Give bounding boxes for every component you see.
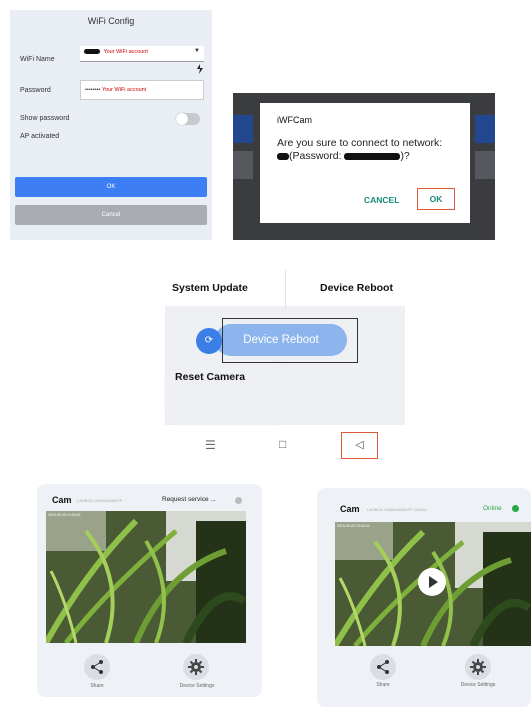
redacted-network xyxy=(277,152,289,160)
camera-id: LAHBCE-016054AB62FF xyxy=(77,498,123,503)
gear-icon[interactable] xyxy=(183,654,209,680)
reset-camera-card[interactable] xyxy=(165,360,285,425)
device-settings-label: Device Settings xyxy=(179,683,215,689)
share-icon[interactable] xyxy=(84,654,110,680)
ok-button[interactable]: OK xyxy=(15,177,207,197)
password-input[interactable]: •••••••• Your WiFi account xyxy=(80,80,204,100)
camera-id: LAHBCE-016054AB62FF-116304 xyxy=(367,507,427,512)
camera-status: Request service ... xyxy=(162,496,216,503)
connect-confirm-dialog: iWFCam Are you sure to connect to networ… xyxy=(260,103,470,223)
camera-feed[interactable]: 2019-09-05 13:34:16 xyxy=(335,522,531,646)
wifi-name-value: Your WiFi account xyxy=(103,49,148,55)
dialog-message-part3: )? xyxy=(400,150,410,162)
camera-name: Cam xyxy=(52,495,72,505)
play-icon[interactable] xyxy=(418,568,446,596)
divider xyxy=(285,270,286,310)
password-mask: •••••••• xyxy=(85,87,101,93)
wifi-name-label: WiFi Name xyxy=(20,56,55,63)
backdrop-block xyxy=(233,151,253,179)
wifi-config-screen: WiFi Config WiFi Name Your WiFi account … xyxy=(10,10,212,240)
toggle-knob xyxy=(176,113,188,125)
camera-name: Cam xyxy=(340,504,360,514)
back-icon[interactable]: ◁ xyxy=(341,432,378,459)
backdrop-block xyxy=(233,115,253,143)
refresh-icon[interactable] xyxy=(194,62,206,74)
share-label: Share xyxy=(90,683,104,689)
status-dot xyxy=(235,497,242,504)
share-icon[interactable] xyxy=(370,654,396,680)
system-settings-panel: System Update Device Reboot Device Reboo… xyxy=(165,270,405,425)
backdrop-block xyxy=(475,151,495,179)
reset-camera-item[interactable]: Reset Camera xyxy=(175,371,245,383)
dialog-ok-button[interactable]: OK xyxy=(417,188,455,210)
ap-activated-label: AP activated xyxy=(20,133,60,140)
home-icon[interactable]: □ xyxy=(279,437,286,451)
recent-apps-icon[interactable]: ☰ xyxy=(205,438,216,452)
system-update-item[interactable]: System Update xyxy=(172,282,248,294)
dialog-cancel-button[interactable]: CANCEL xyxy=(364,195,399,205)
dialog-message: Are you sure to connect to network: (Pas… xyxy=(277,137,457,163)
cancel-button[interactable]: Cancel xyxy=(15,205,207,225)
dialog-message-part1: Are you sure to connect to network: xyxy=(277,137,443,149)
gear-icon[interactable] xyxy=(465,654,491,680)
share-label: Share xyxy=(376,682,390,688)
redacted-password xyxy=(344,152,401,160)
highlight-box xyxy=(222,318,358,363)
camera-feed[interactable]: 2019-09-05 13:34:16 xyxy=(46,511,246,643)
wifi-name-dropdown[interactable]: Your WiFi account ▼ xyxy=(80,46,204,62)
chevron-down-icon: ▼ xyxy=(194,48,200,54)
camera-card[interactable]: Cam LAHBCE-016054AB62FF-116304 Online 20… xyxy=(317,488,531,707)
wifi-config-title: WiFi Config xyxy=(87,16,135,26)
feed-timestamp: 2019-09-05 13:34:16 xyxy=(48,513,81,517)
password-label: Password xyxy=(20,87,51,94)
device-reboot-item[interactable]: Device Reboot xyxy=(320,282,393,294)
backdrop-block xyxy=(475,115,495,143)
show-password-label: Show password xyxy=(20,115,70,122)
camera-status: Online xyxy=(483,505,502,512)
redacted-ssid xyxy=(84,49,100,55)
online-dot xyxy=(512,505,519,512)
dialog-title: iWFCam xyxy=(277,115,312,125)
reboot-icon: ⟳ xyxy=(196,328,222,354)
show-password-toggle[interactable] xyxy=(176,113,200,125)
feed-timestamp: 2019-09-05 13:34:16 xyxy=(337,524,370,528)
camera-card[interactable]: Cam LAHBCE-016054AB62FF Request service … xyxy=(37,484,262,697)
dialog-message-part2: (Password: xyxy=(289,150,342,162)
password-value: Your WiFi account xyxy=(101,87,147,93)
device-settings-label: Device Settings xyxy=(460,682,496,688)
